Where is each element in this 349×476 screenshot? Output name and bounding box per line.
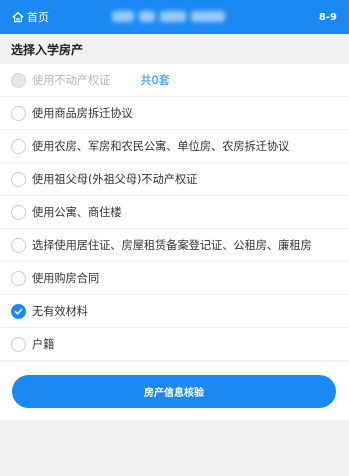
option-rural-military-unit-housing[interactable]: 使用农房、军房和农民公寓、单位房、农房拆迁协议 bbox=[0, 130, 349, 163]
verify-property-button[interactable]: 房产信息核验 bbox=[12, 375, 336, 408]
checkmark-icon bbox=[14, 307, 23, 315]
radio-disabled bbox=[11, 72, 26, 88]
option-grandparents-certificate[interactable]: 使用祖父母(外祖父母)不动产权证 bbox=[0, 163, 349, 196]
home-icon bbox=[12, 11, 24, 23]
option-real-estate-certificate: 使用不动产权证 共0套 bbox=[0, 64, 349, 97]
home-link[interactable]: 首页 bbox=[12, 0, 49, 34]
option-commercial-demolition-agreement[interactable]: 使用商品房拆迁协议 bbox=[0, 97, 349, 130]
option-label: 使用购房合同 bbox=[32, 272, 100, 285]
option-label: 使用公寓、商住楼 bbox=[32, 206, 122, 219]
option-purchase-contract[interactable]: 使用购房合同 bbox=[0, 262, 349, 295]
footer-bar: 房产信息核验 bbox=[0, 362, 349, 420]
option-label: 无有效材料 bbox=[32, 305, 88, 318]
option-household-registration[interactable]: 户籍 bbox=[0, 328, 349, 361]
redacted-title bbox=[112, 11, 225, 22]
top-nav-bar: 首页 8-9 bbox=[0, 0, 349, 34]
radio-button[interactable] bbox=[11, 138, 26, 154]
option-residence-permit-rental[interactable]: 选择使用居住证、房屋租赁备案登记证、公租房、廉租房 bbox=[0, 229, 349, 262]
option-label: 户籍 bbox=[32, 338, 55, 351]
option-label: 选择使用居住证、房屋租赁备案登记证、公租房、廉租房 bbox=[32, 239, 312, 252]
radio-button[interactable] bbox=[11, 204, 26, 220]
option-label: 使用祖父母(外祖父母)不动产权证 bbox=[32, 173, 198, 186]
option-label: 使用不动产权证 bbox=[32, 74, 111, 87]
radio-checked[interactable] bbox=[11, 303, 26, 319]
option-label: 使用农房、军房和农民公寓、单位房、农房拆迁协议 bbox=[32, 140, 290, 153]
home-label: 首页 bbox=[27, 11, 49, 24]
option-label: 使用商品房拆迁协议 bbox=[32, 107, 133, 120]
property-option-list: 使用不动产权证 共0套 使用商品房拆迁协议 使用农房、军房和农民公寓、单位房、农… bbox=[0, 64, 349, 361]
property-count: 共0套 bbox=[140, 74, 170, 87]
step-indicator: 8-9 bbox=[318, 11, 337, 23]
section-title: 选择入学房产 bbox=[0, 34, 349, 64]
radio-button[interactable] bbox=[11, 270, 26, 286]
radio-button[interactable] bbox=[11, 105, 26, 121]
option-no-valid-material[interactable]: 无有效材料 bbox=[0, 295, 349, 328]
option-apartment-commercial[interactable]: 使用公寓、商住楼 bbox=[0, 196, 349, 229]
radio-button[interactable] bbox=[11, 336, 26, 352]
radio-button[interactable] bbox=[11, 171, 26, 187]
radio-button[interactable] bbox=[11, 237, 26, 253]
